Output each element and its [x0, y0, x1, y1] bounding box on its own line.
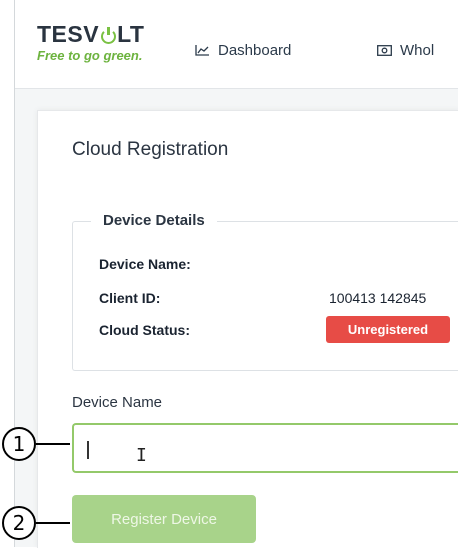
- device-details-fieldset: Device Details Device Name: Client ID: 1…: [72, 212, 458, 371]
- power-icon: [100, 27, 117, 44]
- device-name-field-label: Device Name: [72, 394, 163, 411]
- brand-tagline: Free to go green.: [37, 48, 143, 63]
- brand-name: TESV LT: [37, 21, 145, 47]
- card-title: Cloud Registration: [72, 139, 229, 160]
- app-frame: TESV LT Free to go green. Dashboard Whol …: [14, 0, 458, 548]
- callout-marker-2: 2: [2, 506, 36, 540]
- nav-wholesale[interactable]: Whol: [377, 42, 434, 59]
- device-name-input[interactable]: [72, 423, 458, 473]
- device-name-label: Device Name:: [99, 256, 191, 272]
- cloud-status-label: Cloud Status:: [99, 322, 190, 338]
- device-details-legend: Device Details: [91, 212, 217, 229]
- status-badge: Unregistered: [326, 316, 450, 343]
- nav-dashboard[interactable]: Dashboard: [195, 42, 291, 59]
- cash-icon: [377, 45, 392, 56]
- brand-logo[interactable]: TESV LT Free to go green.: [37, 22, 144, 63]
- ibeam-cursor-icon: I: [136, 445, 147, 466]
- register-device-button[interactable]: Register Device: [72, 495, 256, 543]
- callout-marker-1: 1: [2, 427, 36, 461]
- client-id-value: 100413 142845: [329, 290, 427, 306]
- callout-leader-2: [36, 522, 70, 524]
- chart-line-icon: [195, 45, 209, 56]
- top-navbar: TESV LT Free to go green. Dashboard Whol: [15, 0, 458, 89]
- callout-leader-1: [36, 443, 70, 445]
- client-id-label: Client ID:: [99, 290, 161, 306]
- registration-card: Cloud Registration Device Details Device…: [37, 110, 458, 548]
- text-caret: [87, 441, 89, 459]
